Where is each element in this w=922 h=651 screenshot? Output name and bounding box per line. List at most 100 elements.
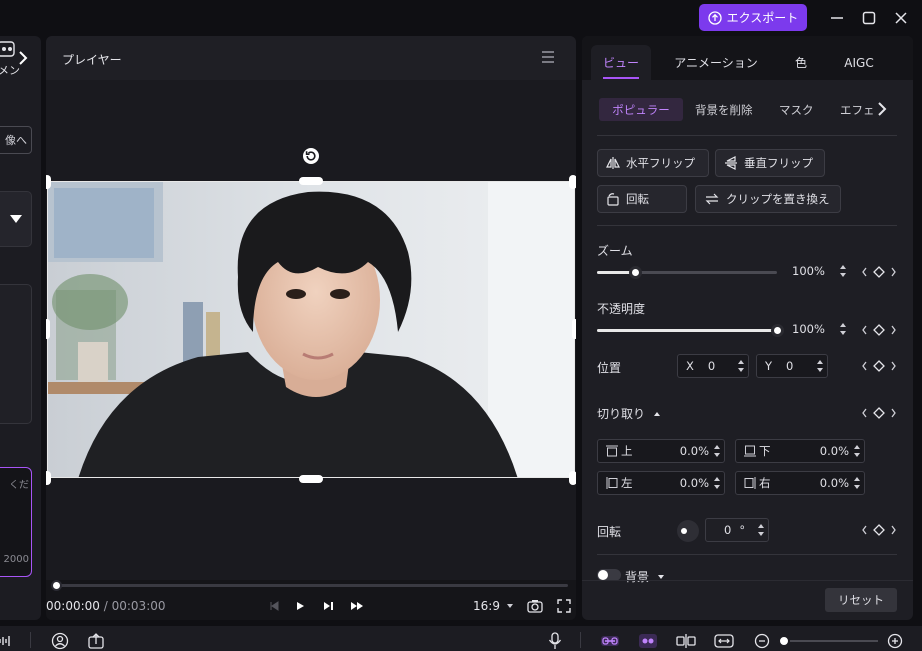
position-x-label: X: [686, 359, 694, 373]
background-toggle-knob: [598, 570, 608, 580]
resize-handle-left[interactable]: [46, 319, 50, 339]
export-button[interactable]: エクスポート: [699, 4, 807, 31]
opacity-slider[interactable]: [597, 324, 784, 337]
subtab-popular[interactable]: ポピュラー: [599, 98, 683, 121]
opacity-value-box[interactable]: 100%: [788, 317, 850, 341]
position-y-field[interactable]: Y 0: [756, 354, 828, 378]
menu-icon[interactable]: [540, 50, 556, 64]
zoom-keyframe[interactable]: [862, 266, 896, 278]
flip-horizontal-icon: [606, 156, 620, 170]
crop-top-value: 0.0%: [679, 444, 709, 458]
reset-button[interactable]: リセット: [825, 588, 897, 612]
tab-view[interactable]: ビュー: [591, 45, 651, 80]
aspect-ratio-select[interactable]: 16:9: [473, 599, 514, 613]
char-count: 2000: [3, 554, 29, 565]
position-x-field[interactable]: X 0: [677, 354, 749, 378]
position-keyframe[interactable]: [862, 360, 896, 372]
crop-top-field[interactable]: 上 0.0%: [597, 439, 725, 463]
ai-effect-icon[interactable]: [638, 632, 658, 650]
timeline-scrubber[interactable]: [56, 584, 568, 587]
zoom-in-icon[interactable]: [885, 632, 905, 650]
prev-frame-icon[interactable]: [264, 597, 284, 615]
rotate-icon: [606, 192, 620, 206]
opacity-slider-knob[interactable]: [771, 324, 784, 337]
crop-left-icon: [606, 477, 618, 489]
maximize-icon[interactable]: [857, 6, 881, 30]
position-x-value: 0: [707, 359, 716, 373]
position-x-stepper-icon[interactable]: [737, 359, 745, 373]
flip-vertical-icon: [724, 156, 738, 170]
fast-forward-icon[interactable]: [347, 597, 367, 615]
crop-section-toggle[interactable]: 切り取り: [597, 405, 661, 422]
zoom-out-icon[interactable]: [752, 632, 772, 650]
opacity-stepper-icon[interactable]: [839, 322, 847, 336]
rotation-stepper-icon[interactable]: [757, 523, 765, 537]
left-dropdown[interactable]: [0, 191, 32, 247]
left-jump-button[interactable]: 像へ: [0, 126, 32, 154]
crop-bottom-label: 下: [759, 444, 771, 458]
background-label: 背景: [625, 570, 650, 584]
rotation-keyframe[interactable]: [862, 524, 896, 536]
crop-bottom-field[interactable]: 下 0.0%: [735, 439, 865, 463]
rotate-button[interactable]: 回転: [597, 185, 687, 213]
rotation-field[interactable]: 0 °: [705, 518, 769, 542]
timeline-zoom-knob[interactable]: [778, 635, 790, 647]
split-icon[interactable]: [676, 632, 696, 650]
crop-top-stepper-icon[interactable]: [713, 444, 721, 458]
subtab-remove-background[interactable]: 背景を削除: [695, 98, 753, 121]
playhead-knob[interactable]: [51, 580, 62, 591]
chevron-right-icon[interactable]: [877, 102, 887, 116]
zoom-slider[interactable]: [597, 266, 777, 279]
next-frame-icon[interactable]: [318, 597, 338, 615]
zoom-stepper-icon[interactable]: [839, 264, 847, 278]
tab-animation[interactable]: アニメーション: [666, 45, 766, 80]
chevron-right-icon[interactable]: [17, 50, 29, 66]
caret-down-icon: [506, 603, 514, 609]
zoom-value-box[interactable]: 100%: [788, 259, 850, 283]
link-clip-icon[interactable]: [600, 632, 620, 650]
close-icon[interactable]: [889, 6, 913, 30]
crop-keyframe[interactable]: [862, 407, 896, 419]
video-preview-image[interactable]: [47, 181, 575, 478]
replace-clip-button[interactable]: クリップを置き換え: [695, 185, 841, 213]
minimize-icon[interactable]: [825, 6, 849, 30]
resize-handle-top[interactable]: [299, 177, 323, 185]
resize-handle-right[interactable]: [572, 319, 576, 339]
zoom-slider-knob[interactable]: [628, 266, 642, 279]
flip-vertical-button[interactable]: 垂直フリップ: [715, 149, 825, 177]
export-frame-icon[interactable]: [86, 632, 106, 650]
resize-handle-top-right[interactable]: [569, 175, 576, 189]
opacity-keyframe[interactable]: [862, 324, 896, 336]
crop-right-stepper-icon[interactable]: [853, 476, 861, 490]
crop-bottom-stepper-icon[interactable]: [853, 444, 861, 458]
rotation-dial[interactable]: [677, 520, 699, 542]
play-icon[interactable]: [290, 597, 310, 615]
background-section[interactable]: 背景: [625, 568, 665, 585]
flip-horizontal-button[interactable]: 水平フリップ: [597, 149, 709, 177]
audio-waveform-icon[interactable]: [0, 632, 16, 650]
timeline-zoom-slider[interactable]: [778, 640, 878, 642]
active-tab-indicator: [603, 77, 639, 79]
face-icon[interactable]: [50, 632, 70, 650]
subtab-effect[interactable]: エフェ: [840, 98, 875, 121]
replace-icon: [704, 192, 720, 206]
subtab-mask[interactable]: マスク: [779, 98, 814, 121]
tab-color[interactable]: 色: [786, 45, 816, 80]
zoom-label: ズーム: [597, 244, 633, 258]
crop-left-stepper-icon[interactable]: [713, 476, 721, 490]
camera-icon[interactable]: [525, 597, 545, 615]
resize-handle-top-left[interactable]: [46, 175, 51, 189]
fullscreen-icon[interactable]: [554, 597, 574, 615]
crop-left-field[interactable]: 左 0.0%: [597, 471, 725, 495]
tab-aigc[interactable]: AIGC: [834, 45, 884, 80]
caret-up-icon: [653, 411, 661, 417]
fit-width-icon[interactable]: [714, 632, 734, 650]
rotate-handle-icon[interactable]: [301, 146, 321, 166]
prompt-textarea[interactable]: くだ 2000: [0, 467, 32, 577]
crop-right-field[interactable]: 右 0.0%: [735, 471, 865, 495]
resize-handle-bottom[interactable]: [299, 475, 323, 483]
resize-handle-bottom-left[interactable]: [46, 471, 51, 485]
resize-handle-bottom-right[interactable]: [569, 471, 576, 485]
microphone-icon[interactable]: [545, 632, 565, 650]
position-y-stepper-icon[interactable]: [816, 359, 824, 373]
